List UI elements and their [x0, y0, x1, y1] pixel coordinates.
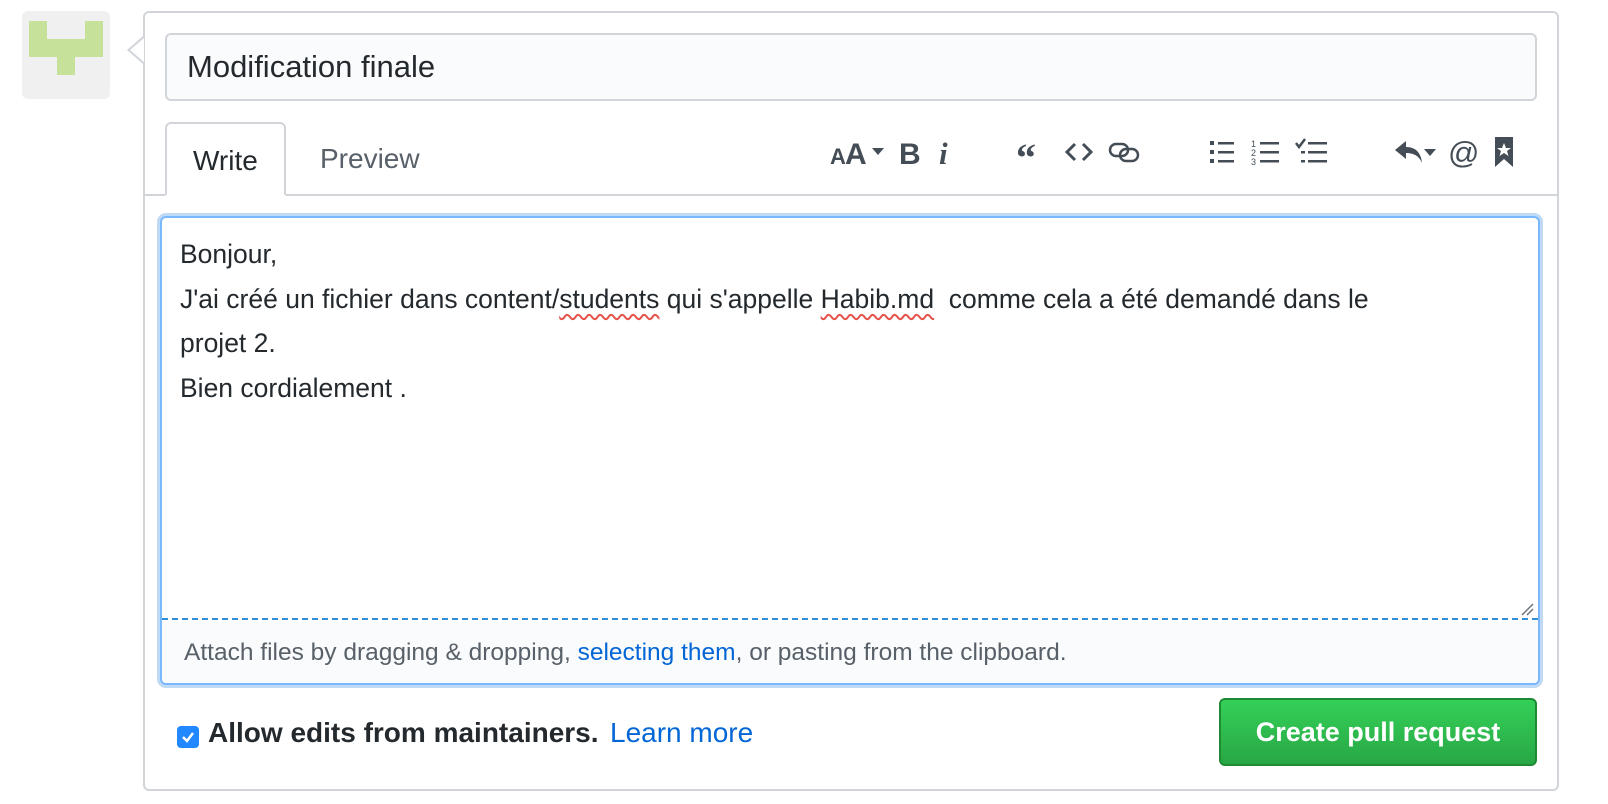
learn-more-link[interactable]: Learn more	[610, 717, 753, 749]
resize-handle-icon[interactable]	[1520, 602, 1534, 616]
code-icon[interactable]	[1062, 130, 1096, 174]
svg-text:i: i	[939, 136, 948, 170]
misspelled-word: students	[559, 283, 660, 314]
identicon-icon	[29, 21, 103, 75]
title-input[interactable]	[165, 33, 1537, 101]
comment-textarea[interactable]: Bonjour, J'ai créé un fichier dans conte…	[162, 218, 1538, 620]
svg-text:B: B	[899, 138, 921, 170]
body-line: projet 2.	[180, 328, 276, 358]
body-line: J'ai créé un fichier dans content/	[180, 283, 560, 314]
select-files-link[interactable]: selecting them	[578, 639, 736, 666]
attach-text: Attach files by dragging & dropping,	[184, 639, 578, 666]
check-icon	[182, 732, 194, 743]
reply-icon[interactable]	[1392, 130, 1438, 174]
heading-icon[interactable]: A A	[826, 130, 888, 174]
italic-icon[interactable]: i	[932, 130, 958, 174]
svg-text:A: A	[830, 144, 846, 169]
create-pull-request-button[interactable]: Create pull request	[1219, 698, 1537, 766]
svg-text:@: @	[1448, 135, 1479, 170]
comment-editor: Bonjour, J'ai créé un fichier dans conte…	[160, 216, 1540, 685]
allow-edits-checkbox[interactable]	[177, 726, 199, 748]
body-line: qui s'appelle	[659, 283, 821, 314]
unordered-list-icon[interactable]	[1206, 130, 1238, 174]
allow-edits-label[interactable]: Allow edits from maintainers.	[208, 717, 599, 749]
body-line: comme cela a été demandé dans le	[934, 283, 1369, 314]
body-line: Bonjour,	[180, 239, 278, 269]
tab-preview[interactable]: Preview	[294, 122, 446, 196]
svg-text:“: “	[1016, 135, 1036, 170]
mention-icon[interactable]: @	[1446, 130, 1482, 174]
comment-caret-inner	[130, 38, 144, 62]
attach-files-bar[interactable]: Attach files by dragging & dropping, sel…	[162, 622, 1538, 683]
task-list-icon[interactable]	[1294, 130, 1330, 174]
svg-text:3: 3	[1251, 157, 1256, 167]
link-icon[interactable]	[1106, 130, 1142, 174]
bold-icon[interactable]: B	[894, 130, 924, 174]
ordered-list-icon[interactable]: 1 2 3	[1250, 130, 1282, 174]
avatar	[22, 11, 110, 99]
quote-icon[interactable]: “	[1014, 130, 1048, 174]
svg-text:A: A	[845, 138, 867, 170]
attach-text: , or pasting from the clipboard.	[735, 639, 1067, 666]
bookmark-icon[interactable]	[1490, 130, 1518, 174]
body-line: Bien cordialement .	[180, 372, 407, 403]
tab-write[interactable]: Write	[165, 122, 286, 196]
misspelled-word: Habib.md	[820, 283, 935, 314]
